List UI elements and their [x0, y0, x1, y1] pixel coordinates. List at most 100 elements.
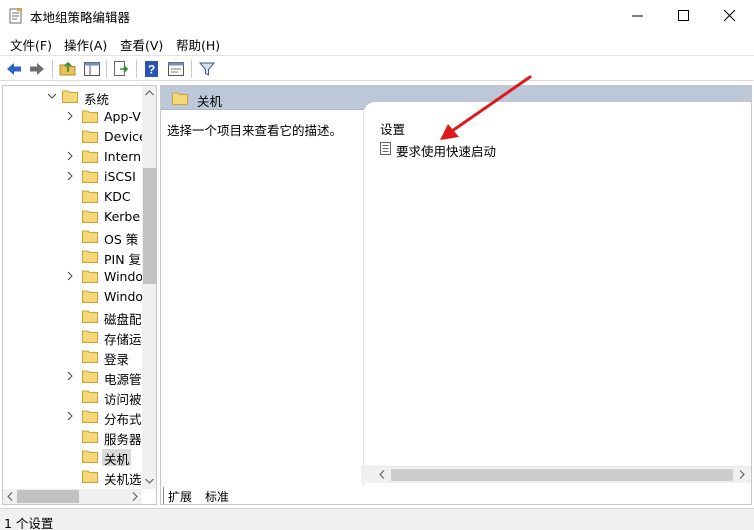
tree-item[interactable]: iSCSI	[3, 166, 143, 186]
toolbar-separator	[136, 60, 137, 78]
tree-item-root[interactable]: 系统	[3, 86, 143, 106]
tree-item-label: 关机	[102, 449, 132, 466]
folder-icon	[82, 410, 98, 423]
tab-standard[interactable]: 标准	[201, 487, 233, 504]
expand-chevron-icon[interactable]	[66, 271, 74, 281]
up-one-level-button[interactable]	[58, 59, 78, 79]
folder-icon	[82, 170, 98, 183]
folder-icon	[82, 190, 98, 203]
folder-icon	[62, 90, 78, 103]
tree-item-label: KDC	[104, 189, 131, 204]
scroll-right-icon[interactable]	[132, 492, 138, 501]
view-tabs: 扩展 标准	[161, 485, 751, 504]
tree-item-label: 访问被	[104, 392, 142, 406]
tree-item-label: Kerbe	[104, 209, 141, 224]
tree-item[interactable]: 存储运	[3, 326, 143, 346]
expand-chevron-icon[interactable]	[66, 151, 74, 161]
up-folder-icon	[59, 61, 76, 76]
menu-action[interactable]: 操作(A)	[64, 35, 107, 54]
back-button[interactable]	[4, 59, 24, 79]
close-button[interactable]	[707, 0, 753, 31]
folder-icon	[82, 110, 98, 123]
folder-icon	[82, 130, 98, 143]
scroll-up-icon[interactable]	[145, 90, 154, 96]
tree-item[interactable]: PIN 复	[3, 246, 143, 266]
content-horizontal-scrollbar[interactable]	[361, 466, 751, 483]
tree-item[interactable]: 电源管	[3, 366, 143, 386]
tree-item[interactable]: App-V	[3, 106, 143, 126]
tree-item[interactable]: OS 策	[3, 226, 143, 246]
toolbar-separator	[191, 60, 192, 78]
export-list-button[interactable]	[111, 59, 131, 79]
tree-item[interactable]: 磁盘配	[3, 306, 143, 326]
folder-icon	[82, 210, 98, 223]
scroll-down-icon[interactable]	[145, 478, 154, 484]
properties-button[interactable]	[166, 59, 186, 79]
minimize-button[interactable]	[615, 0, 661, 31]
tree-item[interactable]: 访问被	[3, 386, 143, 406]
tree-item-label: 关机选	[104, 472, 142, 486]
expand-chevron-icon[interactable]	[66, 111, 74, 121]
export-list-icon	[114, 61, 129, 76]
tree-item[interactable]: 登录	[3, 346, 143, 366]
show-hide-tree-button[interactable]	[82, 59, 102, 79]
menu-help[interactable]: 帮助(H)	[176, 35, 220, 54]
tree-item[interactable]: Device	[3, 126, 143, 146]
tree-item[interactable]: Intern	[3, 146, 143, 166]
tree-item-label: 电源管	[104, 372, 142, 386]
close-icon	[724, 10, 736, 22]
content-horizontal-scroll-thumb[interactable]	[391, 469, 733, 481]
title-bar: 本地组策略编辑器	[0, 0, 754, 31]
menu-file[interactable]: 文件(F)	[10, 35, 52, 54]
tree-item[interactable]: 服务器	[3, 426, 143, 446]
tree-item[interactable]: 关机选	[3, 466, 143, 486]
tree-horizontal-scroll-thumb[interactable]	[17, 490, 79, 503]
minimize-icon	[632, 15, 643, 17]
tree-vertical-scrollbar[interactable]	[142, 86, 156, 489]
scroll-left-icon[interactable]	[379, 470, 385, 479]
tree-vertical-scroll-thumb[interactable]	[143, 168, 156, 284]
settings-column-header[interactable]: 设置	[380, 119, 405, 138]
svg-text:?: ?	[148, 63, 155, 77]
status-text: 1 个设置	[4, 516, 54, 530]
forward-button[interactable]	[27, 59, 47, 79]
tree-item-label: 磁盘配	[104, 312, 142, 326]
tree-item-label: iSCSI	[104, 169, 136, 184]
toolbar-separator	[106, 60, 107, 78]
expand-chevron-icon[interactable]	[66, 171, 74, 181]
back-arrow-icon	[7, 63, 21, 75]
folder-icon	[82, 250, 98, 263]
tree-item-label: Windo	[104, 289, 143, 304]
filter-button[interactable]	[197, 59, 217, 79]
status-bar: 1 个设置	[0, 508, 754, 530]
folder-icon	[82, 270, 98, 283]
scroll-left-icon[interactable]	[7, 492, 13, 501]
menu-view[interactable]: 查看(V)	[120, 35, 163, 54]
tree-item[interactable]: KDC	[3, 186, 143, 206]
setting-item-label: 要求使用快速启动	[396, 144, 497, 159]
expand-chevron-icon[interactable]	[66, 371, 74, 381]
tree-item-label: PIN 复	[104, 252, 142, 266]
tree-pane[interactable]: 系统 App-V Device Intern iSCSI KDC Kerbe OS 策 PIN…	[2, 85, 157, 505]
maximize-button[interactable]	[661, 0, 707, 31]
tree-item[interactable]: Kerbe	[3, 206, 143, 226]
tree-item-label: 存储运	[104, 332, 142, 346]
tree-item[interactable]: Windo	[3, 286, 143, 306]
folder-icon	[82, 390, 98, 403]
tree-item[interactable]: Windo	[3, 266, 143, 286]
folder-icon	[82, 470, 98, 483]
window-title: 本地组策略编辑器	[30, 10, 131, 25]
tab-extended[interactable]: 扩展	[163, 487, 197, 504]
folder-icon	[82, 310, 98, 323]
tree-item[interactable]: 分布式	[3, 406, 143, 426]
folder-icon	[82, 350, 98, 363]
folder-icon	[82, 150, 98, 163]
scroll-right-icon[interactable]	[739, 470, 745, 479]
maximize-icon	[678, 10, 689, 21]
expand-chevron-icon[interactable]	[66, 411, 74, 421]
help-button[interactable]: ?	[142, 59, 162, 79]
help-icon: ?	[145, 61, 158, 77]
tree-horizontal-scrollbar[interactable]	[3, 489, 142, 504]
tree-item[interactable]: 关机	[3, 446, 143, 466]
filter-icon	[198, 62, 216, 76]
